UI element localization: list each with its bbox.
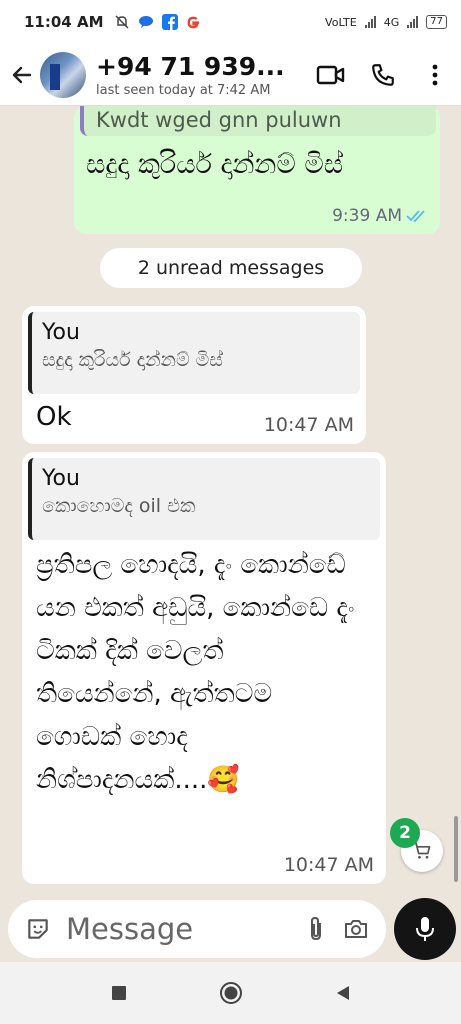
network-type-label: 4G bbox=[383, 15, 400, 29]
unread-messages-divider: 2 unread messages bbox=[100, 248, 362, 288]
paperclip-icon bbox=[311, 916, 321, 941]
message-time: 9:39 AM bbox=[332, 206, 402, 226]
chat-header: +94 71 939... last seen today at 7:42 AM bbox=[0, 44, 461, 106]
attach-button[interactable] bbox=[296, 909, 336, 949]
avatar[interactable] bbox=[40, 51, 86, 98]
phone-icon bbox=[372, 63, 394, 86]
quote-text: සදුදා කුරියර් දාන්නම් මිස් bbox=[42, 349, 223, 371]
arrow-back-icon bbox=[12, 66, 32, 83]
quote-author: You bbox=[42, 466, 80, 491]
message-meta: 9:39 AM bbox=[332, 206, 428, 226]
circle-icon bbox=[219, 982, 242, 1004]
message-time: 10:47 AM bbox=[283, 854, 374, 876]
facebook-icon bbox=[161, 14, 178, 30]
more-options-button[interactable] bbox=[409, 49, 461, 101]
chat-area[interactable]: Kwdt wged gnn puluwn සදුදා කුරියර් දාන්න… bbox=[0, 106, 461, 896]
incoming-message[interactable]: You කොහොමද oil එක ප්‍රතිපල හොදයි, දැං කො… bbox=[22, 452, 386, 884]
message-text: Ok bbox=[36, 402, 72, 432]
status-right: VoLTE 4G 77 bbox=[325, 15, 447, 29]
muted-icon bbox=[114, 14, 130, 30]
video-call-icon bbox=[316, 65, 345, 84]
system-back-button[interactable] bbox=[323, 973, 363, 1013]
triangle-back-icon bbox=[336, 986, 349, 1000]
signal-icon bbox=[364, 16, 376, 28]
google-icon bbox=[186, 15, 201, 30]
sticker-button[interactable] bbox=[18, 909, 58, 949]
quote-author: You bbox=[42, 320, 80, 345]
message-input[interactable]: Message bbox=[66, 912, 296, 946]
message-time: 10:47 AM bbox=[263, 414, 354, 436]
quote-text: කොහොමද oil එක bbox=[42, 495, 196, 517]
system-navigation-bar bbox=[0, 962, 461, 1024]
scrollbar[interactable] bbox=[454, 816, 458, 882]
microphone-icon bbox=[416, 917, 434, 941]
camera-button[interactable] bbox=[336, 909, 376, 949]
quoted-reply[interactable]: Kwdt wged gnn puluwn bbox=[80, 106, 436, 136]
video-call-button[interactable] bbox=[305, 49, 357, 101]
contact-info[interactable]: +94 71 939... last seen today at 7:42 AM bbox=[96, 52, 305, 98]
camera-icon bbox=[345, 920, 367, 938]
home-button[interactable] bbox=[211, 973, 251, 1013]
voice-call-button[interactable] bbox=[357, 49, 409, 101]
message-text: ප්‍රතිපල හොදයි, දැං කොන්ඩේ යන එකත් අඩුයි… bbox=[36, 550, 355, 795]
status-bar: 11:04 AM VoLTE 4G 77 bbox=[0, 0, 461, 44]
outgoing-message[interactable]: Kwdt wged gnn puluwn සදුදා කුරියර් දාන්න… bbox=[74, 106, 440, 234]
volte-label: VoLTE bbox=[325, 15, 357, 29]
back-button[interactable] bbox=[4, 55, 40, 95]
last-seen: last seen today at 7:42 AM bbox=[96, 82, 271, 98]
voice-record-button[interactable] bbox=[394, 898, 456, 960]
double-check-icon bbox=[406, 210, 425, 223]
composer: Message bbox=[0, 896, 461, 962]
status-time: 11:04 AM bbox=[24, 13, 104, 31]
chat-notification-icon bbox=[138, 14, 154, 30]
signal-icon-2 bbox=[407, 16, 419, 28]
recents-button[interactable] bbox=[99, 973, 139, 1013]
quoted-reply[interactable]: You සදුදා කුරියර් දාන්නම් මිස් bbox=[28, 312, 360, 394]
cart-count-badge: 2 bbox=[390, 818, 420, 848]
incoming-message[interactable]: You සදුදා කුරියර් දාන්නම් මිස් Ok 10:47 … bbox=[22, 306, 366, 444]
sticker-icon bbox=[28, 919, 48, 939]
battery-icon: 77 bbox=[426, 15, 447, 29]
message-input-box[interactable]: Message bbox=[8, 900, 386, 958]
message-text: සදුදා කුරියර් දාන්නම් මිස් bbox=[86, 149, 344, 180]
quoted-reply[interactable]: You කොහොමද oil එක bbox=[28, 458, 380, 540]
square-icon bbox=[111, 986, 126, 1000]
contact-name: +94 71 939... bbox=[96, 51, 285, 81]
kebab-menu-icon bbox=[432, 64, 438, 85]
